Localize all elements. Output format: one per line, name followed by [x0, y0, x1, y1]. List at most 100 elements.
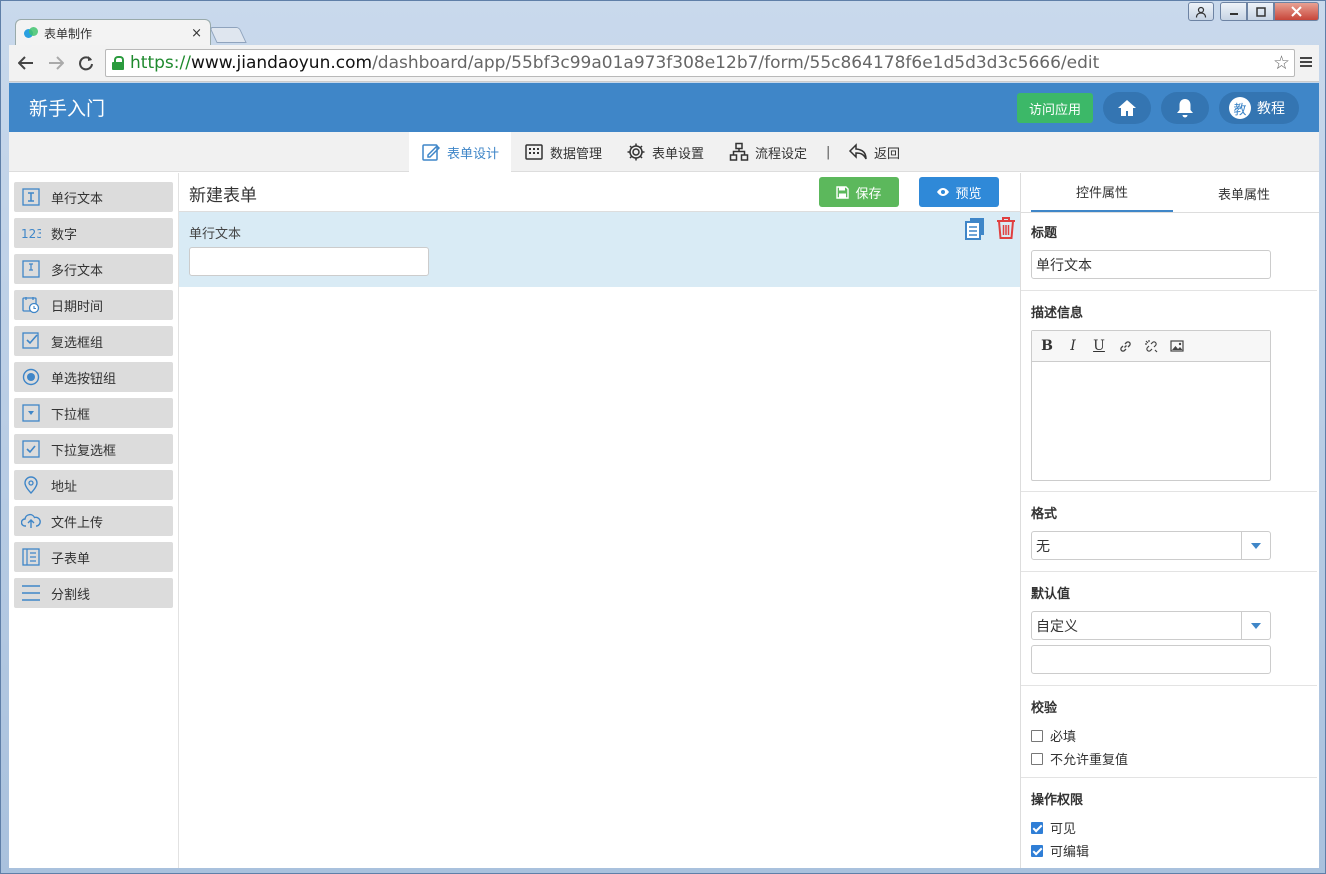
component-dropdown[interactable]: 下拉框 — [14, 398, 173, 428]
checkbox-box[interactable] — [1031, 729, 1043, 742]
new-tab-button[interactable] — [209, 27, 247, 43]
header-actions: 访问应用 教 教程 — [1016, 92, 1299, 124]
site-favicon-icon — [24, 26, 38, 40]
dropdown-icon — [20, 402, 42, 424]
browser-tab[interactable]: 表单制作 × — [15, 19, 211, 46]
minimize-icon[interactable] — [1220, 2, 1247, 21]
no-duplicate-label: 不允许重复值 — [1050, 753, 1129, 768]
permission-label: 操作权限 — [1031, 793, 1084, 808]
form-canvas: 新建表单 保存 预览 单行文本 — [179, 173, 1020, 868]
back-link-label: 返回 — [874, 146, 901, 162]
component-label: 文件上传 — [51, 515, 104, 531]
component-datetime[interactable]: 日期时间 — [14, 290, 173, 320]
save-button[interactable]: 保存 — [819, 177, 899, 207]
italic-icon[interactable]: I — [1064, 337, 1082, 355]
unlink-icon[interactable] — [1142, 337, 1160, 355]
delete-field-icon[interactable] — [995, 216, 1017, 244]
browser-toolbar: https:// www.jiandaoyun.com /dashboard/a… — [9, 45, 1319, 82]
preview-label: 预览 — [955, 186, 982, 202]
image-icon[interactable] — [1168, 337, 1186, 355]
tab-form-settings[interactable]: 表单设置 — [626, 132, 704, 172]
component-label: 数字 — [51, 227, 78, 243]
tab-form-design[interactable]: 表单设计 — [409, 132, 512, 172]
component-file-upload[interactable]: 文件上传 — [14, 506, 173, 536]
field-input-preview[interactable] — [189, 247, 429, 276]
chevron-down-icon[interactable] — [1241, 532, 1270, 559]
single-line-text-icon — [20, 186, 42, 208]
visible-checkbox[interactable]: 可见 — [1031, 818, 1076, 837]
component-multi-line-text[interactable]: 多行文本 — [14, 254, 173, 284]
component-address[interactable]: 地址 — [14, 470, 173, 500]
user-profile-icon[interactable] — [1188, 2, 1214, 21]
notification-button[interactable] — [1161, 92, 1209, 124]
tutorial-button[interactable]: 教 教程 — [1219, 92, 1299, 124]
form-subnav: 表单设计 数据管理 表单设置 流程设定 | 返回 — [9, 132, 1319, 172]
component-number[interactable]: 123 数字 — [14, 218, 173, 248]
tab-form-properties[interactable]: 表单属性 — [1173, 173, 1315, 213]
preview-button[interactable]: 预览 — [919, 177, 999, 207]
divider — [1021, 777, 1317, 778]
link-icon[interactable] — [1116, 337, 1134, 355]
component-radio-group[interactable]: 单选按钮组 — [14, 362, 173, 392]
description-editor[interactable]: B I U — [1031, 330, 1271, 481]
component-label: 分割线 — [51, 587, 91, 603]
required-label: 必填 — [1050, 730, 1077, 745]
radio-group-icon — [20, 366, 42, 388]
floppy-icon — [836, 185, 850, 199]
component-checkbox-group[interactable]: 复选框组 — [14, 326, 173, 356]
checkbox-box[interactable] — [1031, 752, 1043, 765]
format-select[interactable]: 无 — [1031, 531, 1271, 560]
form-title[interactable]: 新建表单 — [189, 181, 257, 206]
no-duplicate-checkbox[interactable]: 不允许重复值 — [1031, 749, 1128, 768]
home-button[interactable] — [1103, 92, 1151, 124]
restore-icon[interactable] — [1247, 2, 1274, 21]
underline-icon[interactable]: U — [1090, 337, 1108, 355]
component-label: 单行文本 — [51, 191, 104, 207]
component-label: 下拉框 — [51, 407, 91, 423]
gear-icon — [627, 143, 645, 161]
default-value-input[interactable] — [1031, 645, 1271, 674]
app-title: 新手入门 — [29, 98, 106, 120]
lock-icon — [112, 56, 124, 70]
tab-flow-settings[interactable]: 流程设定 — [729, 132, 807, 172]
dropdown-checkbox-icon — [20, 438, 42, 460]
properties-panel: 控件属性 表单属性 标题 单行文本 描述信息 B I U 格式 无 默认值 自定… — [1020, 173, 1319, 868]
tutorial-avatar: 教 — [1229, 97, 1251, 119]
tab-control-properties[interactable]: 控件属性 — [1031, 173, 1173, 213]
forward-arrow-icon[interactable] — [43, 50, 69, 76]
window-close-icon[interactable] — [1274, 2, 1319, 21]
tab-close-icon[interactable]: × — [191, 26, 202, 41]
back-arrow-icon[interactable] — [13, 50, 39, 76]
tab-data-manage[interactable]: 数据管理 — [524, 132, 602, 172]
chevron-down-icon[interactable] — [1241, 612, 1270, 639]
format-label: 格式 — [1031, 507, 1058, 522]
editable-checkbox[interactable]: 可编辑 — [1031, 841, 1089, 860]
visible-label: 可见 — [1050, 822, 1077, 837]
component-single-line-text[interactable]: 单行文本 — [14, 182, 173, 212]
required-checkbox[interactable]: 必填 — [1031, 726, 1076, 745]
default-value-select[interactable]: 自定义 — [1031, 611, 1271, 640]
multi-line-text-icon — [20, 258, 42, 280]
browser-window: 表单制作 × https:// www.jiandaoyun.com /dash… — [0, 0, 1326, 874]
tab-form-design-label: 表单设计 — [447, 146, 500, 162]
visit-app-button[interactable]: 访问应用 — [1016, 93, 1093, 123]
browser-menu-icon[interactable] — [1299, 53, 1313, 74]
bookmark-star-icon[interactable]: ☆ — [1273, 52, 1290, 74]
reload-icon[interactable] — [73, 50, 99, 76]
title-input[interactable]: 单行文本 — [1031, 250, 1271, 279]
component-subform[interactable]: 子表单 — [14, 542, 173, 572]
address-bar[interactable]: https:// www.jiandaoyun.com /dashboard/a… — [105, 49, 1295, 77]
checkbox-checked[interactable] — [1031, 844, 1043, 857]
checkbox-checked[interactable] — [1031, 821, 1043, 834]
component-label: 地址 — [51, 479, 78, 495]
divider — [1021, 571, 1317, 572]
bold-icon[interactable]: B — [1038, 337, 1056, 355]
component-divider[interactable]: 分割线 — [14, 578, 173, 608]
copy-field-icon[interactable] — [964, 216, 986, 244]
selected-form-field[interactable]: 单行文本 — [179, 212, 1020, 287]
url-scheme: https:// — [130, 53, 191, 73]
component-label: 子表单 — [51, 551, 91, 567]
datetime-icon — [20, 294, 42, 316]
back-link[interactable]: 返回 — [848, 132, 900, 172]
component-dropdown-checkbox[interactable]: 下拉复选框 — [14, 434, 173, 464]
